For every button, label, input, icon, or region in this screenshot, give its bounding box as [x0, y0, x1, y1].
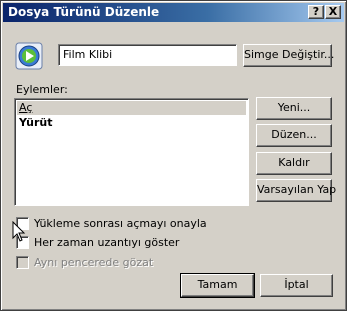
edit-file-type-dialog: Dosya Türünü Düzenle ? X Film Klibi Simg… — [0, 0, 347, 311]
actions-list[interactable]: Aç Yürüt — [14, 98, 249, 206]
action-item-play[interactable]: Yürüt — [17, 116, 246, 130]
change-icon-button[interactable]: Simge Değiştir... — [243, 44, 334, 67]
close-button[interactable]: X — [325, 5, 341, 19]
action-item-open[interactable]: Aç — [17, 101, 246, 115]
action-item-label: Aç — [19, 101, 33, 114]
ok-button[interactable]: Tamam — [180, 273, 255, 298]
browse-same-window-checkbox — [16, 256, 29, 269]
title-bar: Dosya Türünü Düzenle ? X — [3, 3, 344, 22]
always-show-extension-label: Her zaman uzantıyı göster — [34, 236, 180, 249]
help-button[interactable]: ? — [308, 5, 324, 19]
set-default-button[interactable]: Varsayılan Yap — [256, 179, 336, 202]
confirm-open-label: Yükleme sonrası açmayı onayla — [34, 217, 207, 230]
media-player-icon — [15, 42, 43, 70]
dialog-title: Dosya Türünü Düzenle — [8, 5, 160, 19]
edit-action-button[interactable]: Düzen... — [256, 124, 332, 147]
remove-action-button[interactable]: Kaldır — [256, 152, 332, 175]
browse-same-window-label: Aynı pencerede gözat — [34, 256, 154, 269]
file-type-name-input[interactable]: Film Klibi — [58, 44, 237, 66]
cancel-button[interactable]: İptal — [260, 274, 333, 297]
actions-label: Eylemler: — [16, 83, 68, 96]
new-action-button[interactable]: Yeni... — [256, 97, 332, 120]
action-item-label: Yürüt — [19, 116, 53, 129]
mouse-cursor-icon — [12, 221, 26, 242]
